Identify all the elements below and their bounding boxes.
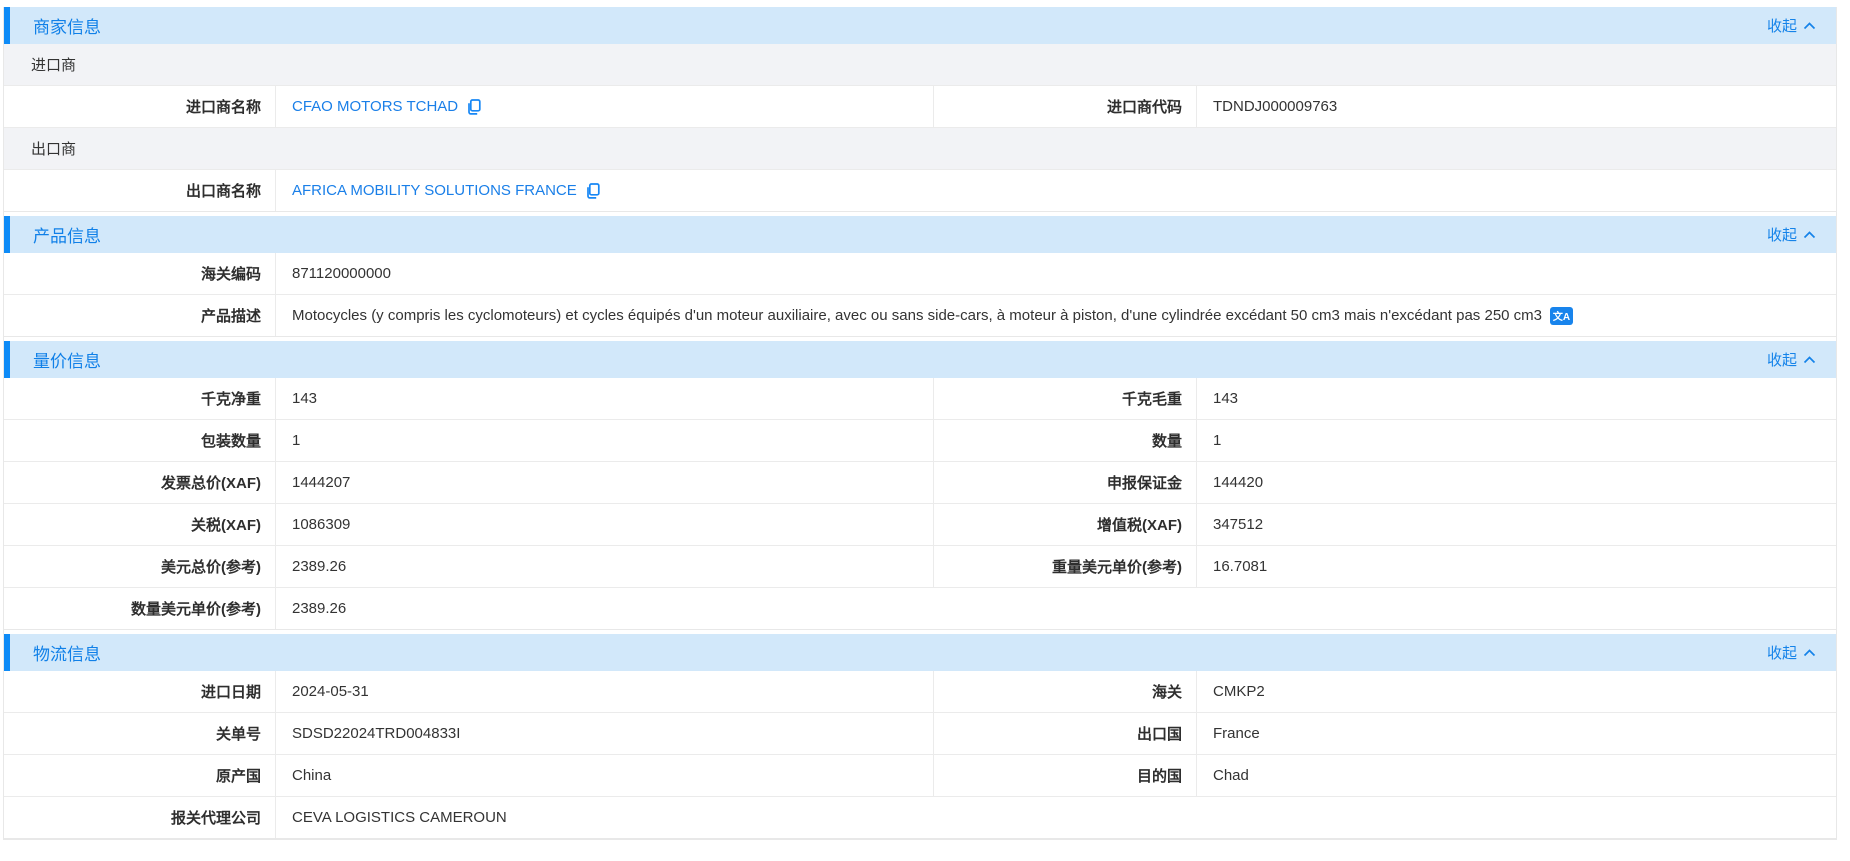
field-label: 千克净重 — [4, 378, 276, 419]
field-label-importer-name: 进口商名称 — [4, 86, 276, 127]
field-row: 进口日期 2024-05-31 海关 CMKP2 — [4, 671, 1836, 713]
section-title-product: 产品信息 — [10, 222, 101, 247]
field-label: 报关代理公司 — [4, 797, 276, 838]
field-value: CEVA LOGISTICS CAMEROUN — [276, 797, 1836, 838]
field-row-description: 产品描述 Motocycles (y compris les cyclomote… — [4, 295, 1836, 337]
field-value: France — [1197, 713, 1836, 754]
field-label: 申报保证金 — [934, 462, 1197, 503]
field-value-hs-code: 871120000000 — [276, 253, 1836, 294]
section-logistics: 物流信息 收起 进口日期 2024-05-31 海关 CMKP2 关单号 SDS… — [4, 634, 1836, 839]
section-header-product: 产品信息 收起 — [4, 216, 1836, 253]
field-value: 1 — [276, 420, 934, 461]
field-label: 关单号 — [4, 713, 276, 754]
field-value-description: Motocycles (y compris les cyclomoteurs) … — [276, 295, 1836, 336]
field-label-hs-code: 海关编码 — [4, 253, 276, 294]
field-label: 重量美元单价(参考) — [934, 546, 1197, 587]
field-value: 144420 — [1197, 462, 1836, 503]
field-row-hs-code: 海关编码 871120000000 — [4, 253, 1836, 295]
field-label: 目的国 — [934, 755, 1197, 796]
collapse-label: 收起 — [1767, 15, 1797, 36]
translate-icon[interactable]: 文A — [1550, 307, 1573, 325]
detail-panel: 商家信息 收起 进口商 进口商名称 CFAO MOTORS TCHAD 进口商代… — [3, 7, 1837, 840]
copy-icon[interactable] — [585, 183, 600, 199]
collapse-button-merchant[interactable]: 收起 — [1767, 15, 1836, 36]
field-label: 千克毛重 — [934, 378, 1197, 419]
field-row-exporter: 出口商名称 AFRICA MOBILITY SOLUTIONS FRANCE — [4, 170, 1836, 212]
field-row: 发票总价(XAF) 1444207 申报保证金 144420 — [4, 462, 1836, 504]
field-value: 2389.26 — [276, 546, 934, 587]
field-label-description: 产品描述 — [4, 295, 276, 336]
field-value: 2389.26 — [276, 588, 1836, 629]
field-value: 2024-05-31 — [276, 671, 934, 712]
field-label: 增值税(XAF) — [934, 504, 1197, 545]
field-row: 关税(XAF) 1086309 增值税(XAF) 347512 — [4, 504, 1836, 546]
chevron-up-icon — [1803, 356, 1816, 364]
exporter-name-link[interactable]: AFRICA MOBILITY SOLUTIONS FRANCE — [292, 182, 577, 199]
field-row: 报关代理公司 CEVA LOGISTICS CAMEROUN — [4, 797, 1836, 839]
field-row: 美元总价(参考) 2389.26 重量美元单价(参考) 16.7081 — [4, 546, 1836, 588]
field-value: Chad — [1197, 755, 1836, 796]
field-label-exporter-name: 出口商名称 — [4, 170, 276, 211]
field-value: 143 — [1197, 378, 1836, 419]
collapse-label: 收起 — [1767, 349, 1797, 370]
field-label: 进口日期 — [4, 671, 276, 712]
field-value: 1 — [1197, 420, 1836, 461]
collapse-button-logistics[interactable]: 收起 — [1767, 642, 1836, 663]
field-row: 原产国 China 目的国 Chad — [4, 755, 1836, 797]
section-header-logistics: 物流信息 收起 — [4, 634, 1836, 671]
section-quantity-price: 量价信息 收起 千克净重 143 千克毛重 143 包装数量 1 数量 1 发票… — [4, 341, 1836, 630]
field-label: 包装数量 — [4, 420, 276, 461]
field-row-importer: 进口商名称 CFAO MOTORS TCHAD 进口商代码 TDNDJ00000… — [4, 86, 1836, 128]
field-value: 1086309 — [276, 504, 934, 545]
collapse-label: 收起 — [1767, 224, 1797, 245]
product-description-text: Motocycles (y compris les cyclomoteurs) … — [292, 307, 1542, 324]
chevron-up-icon — [1803, 22, 1816, 30]
field-value: CMKP2 — [1197, 671, 1836, 712]
field-value-importer-code: TDNDJ000009763 — [1197, 86, 1836, 127]
subheader-exporter: 出口商 — [4, 128, 1836, 170]
field-row: 包装数量 1 数量 1 — [4, 420, 1836, 462]
field-value-exporter-name: AFRICA MOBILITY SOLUTIONS FRANCE — [276, 170, 1836, 211]
section-header-quantity-price: 量价信息 收起 — [4, 341, 1836, 378]
field-value: 1444207 — [276, 462, 934, 503]
field-row: 千克净重 143 千克毛重 143 — [4, 378, 1836, 420]
importer-name-link[interactable]: CFAO MOTORS TCHAD — [292, 98, 458, 115]
field-label-importer-code: 进口商代码 — [934, 86, 1197, 127]
collapse-label: 收起 — [1767, 642, 1797, 663]
field-value: China — [276, 755, 934, 796]
subheader-importer-label: 进口商 — [31, 54, 76, 75]
field-row: 关单号 SDSD22024TRD004833I 出口国 France — [4, 713, 1836, 755]
collapse-button-product[interactable]: 收起 — [1767, 224, 1836, 245]
field-label: 原产国 — [4, 755, 276, 796]
section-title-merchant: 商家信息 — [10, 13, 101, 38]
field-value: SDSD22024TRD004833I — [276, 713, 934, 754]
subheader-importer: 进口商 — [4, 44, 1836, 86]
field-value: 347512 — [1197, 504, 1836, 545]
field-label: 数量美元单价(参考) — [4, 588, 276, 629]
section-product: 产品信息 收起 海关编码 871120000000 产品描述 Motocycle… — [4, 216, 1836, 337]
field-value: 16.7081 — [1197, 546, 1836, 587]
subheader-exporter-label: 出口商 — [31, 138, 76, 159]
section-title-quantity-price: 量价信息 — [10, 347, 101, 372]
chevron-up-icon — [1803, 231, 1816, 239]
chevron-up-icon — [1803, 649, 1816, 657]
collapse-button-quantity-price[interactable]: 收起 — [1767, 349, 1836, 370]
section-title-logistics: 物流信息 — [10, 640, 101, 665]
section-merchant: 商家信息 收起 进口商 进口商名称 CFAO MOTORS TCHAD 进口商代… — [4, 7, 1836, 212]
field-label: 美元总价(参考) — [4, 546, 276, 587]
field-value: 143 — [276, 378, 934, 419]
section-header-merchant: 商家信息 收起 — [4, 7, 1836, 44]
field-row: 数量美元单价(参考) 2389.26 — [4, 588, 1836, 630]
field-label: 出口国 — [934, 713, 1197, 754]
field-label: 海关 — [934, 671, 1197, 712]
field-label: 数量 — [934, 420, 1197, 461]
copy-icon[interactable] — [466, 99, 481, 115]
field-label: 关税(XAF) — [4, 504, 276, 545]
field-label: 发票总价(XAF) — [4, 462, 276, 503]
field-value-importer-name: CFAO MOTORS TCHAD — [276, 86, 934, 127]
